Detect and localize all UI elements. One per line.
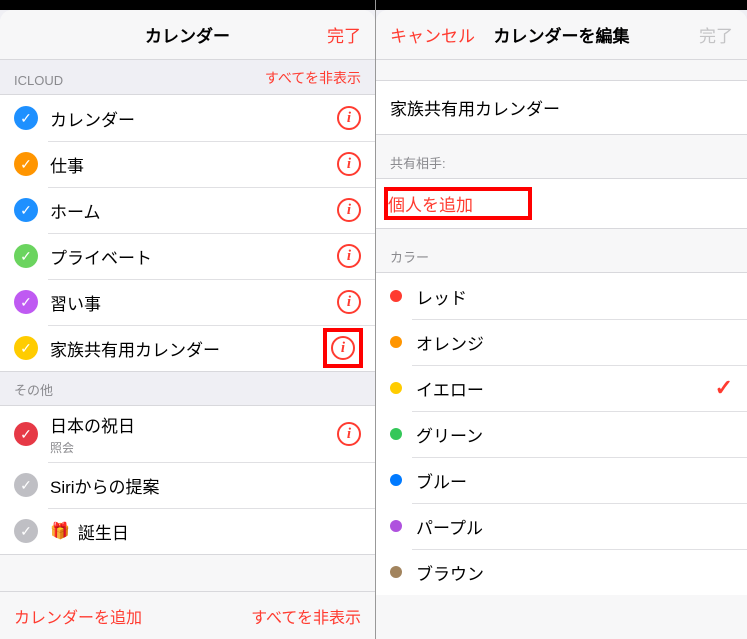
info-highlight: i <box>325 330 361 366</box>
calendar-label: 誕生日 <box>78 519 361 544</box>
check-circle-icon[interactable]: ✓ <box>14 106 38 130</box>
color-label: ブルー <box>416 468 733 493</box>
check-circle-icon[interactable]: ✓ <box>14 473 38 497</box>
color-row[interactable]: パープル <box>376 503 747 549</box>
hide-all-link[interactable]: すべてを非表示 <box>265 68 361 88</box>
calendar-name-field[interactable]: 家族共有用カレンダー <box>376 80 747 135</box>
section-label-icloud: ICLOUD <box>14 73 63 88</box>
calendar-label: 日本の祝日 <box>50 412 337 437</box>
calendar-label: ホーム <box>50 198 337 223</box>
calendar-row[interactable]: ✓ 家族共有用カレンダーi <box>0 325 375 371</box>
color-label: オレンジ <box>416 330 733 355</box>
info-icon[interactable]: i <box>337 198 361 222</box>
color-dot-icon <box>390 520 402 532</box>
calendar-row[interactable]: ✓ プライベートi <box>0 233 375 279</box>
check-circle-icon[interactable]: ✓ <box>14 152 38 176</box>
color-row[interactable]: イエロー✓ <box>376 365 747 411</box>
info-icon[interactable]: i <box>331 336 355 360</box>
check-circle-icon[interactable]: ✓ <box>14 336 38 360</box>
info-icon[interactable]: i <box>337 422 361 446</box>
add-person-highlight: 個人を追加 <box>388 191 528 216</box>
icloud-calendar-list: ✓カレンダーi✓仕事i✓ホームi✓プライベートi✓習い事i✓家族共有用カレンダー… <box>0 94 375 372</box>
add-person-row[interactable]: 個人を追加 <box>376 178 747 229</box>
section-header-icloud: ICLOUD すべてを非表示 <box>0 60 375 94</box>
calendar-label: プライベート <box>50 244 337 269</box>
checkmark-icon: ✓ <box>715 375 733 401</box>
navbar-right: キャンセル カレンダーを編集 完了 <box>376 10 747 60</box>
color-dot-icon <box>390 566 402 578</box>
add-calendar-button[interactable]: カレンダーを追加 <box>14 604 142 628</box>
color-list: レッドオレンジイエロー✓ グリーンブルーパープルブラウン <box>376 272 747 595</box>
calendar-label: 習い事 <box>50 290 337 315</box>
check-circle-icon[interactable]: ✓ <box>14 244 38 268</box>
color-label: ブラウン <box>416 560 733 585</box>
calendar-row[interactable]: ✓ 日本の祝日照会i <box>0 406 375 462</box>
calendar-row[interactable]: ✓ 習い事i <box>0 279 375 325</box>
color-row[interactable]: ブルー <box>376 457 747 503</box>
color-dot-icon <box>390 290 402 302</box>
color-dot-icon <box>390 336 402 348</box>
share-section-label: 共有相手: <box>376 135 747 178</box>
info-icon[interactable]: i <box>337 152 361 176</box>
calendar-row[interactable]: ✓ 仕事i <box>0 141 375 187</box>
hide-all-button[interactable]: すべてを非表示 <box>251 604 361 628</box>
color-section-label: カラー <box>376 229 747 272</box>
calendar-row[interactable]: ✓ 🎁 誕生日 <box>0 508 375 554</box>
check-circle-icon[interactable]: ✓ <box>14 290 38 314</box>
color-label: レッド <box>416 284 733 309</box>
calendar-label: カレンダー <box>50 106 337 131</box>
color-row[interactable]: レッド <box>376 273 747 319</box>
calendar-row[interactable]: ✓ ホームi <box>0 187 375 233</box>
section-header-other: その他 <box>0 372 375 405</box>
calendar-label: 仕事 <box>50 152 337 177</box>
color-dot-icon <box>390 382 402 394</box>
color-row[interactable]: グリーン <box>376 411 747 457</box>
check-circle-icon[interactable]: ✓ <box>14 198 38 222</box>
info-icon[interactable]: i <box>337 290 361 314</box>
cancel-button[interactable]: キャンセル <box>390 22 475 47</box>
color-label: グリーン <box>416 422 733 447</box>
calendar-row[interactable]: ✓ カレンダーi <box>0 95 375 141</box>
edit-calendar-pane: キャンセル カレンダーを編集 完了 家族共有用カレンダー 共有相手: 個人を追加… <box>376 0 747 639</box>
navbar-left: カレンダー 完了 <box>0 10 375 60</box>
color-dot-icon <box>390 474 402 486</box>
info-icon[interactable]: i <box>337 106 361 130</box>
calendar-row[interactable]: ✓ Siriからの提案 <box>0 462 375 508</box>
done-button-right: 完了 <box>699 22 733 47</box>
color-row[interactable]: ブラウン <box>376 549 747 595</box>
calendar-list-pane: カレンダー 完了 ICLOUD すべてを非表示 ✓カレンダーi✓仕事i✓ホームi… <box>0 0 376 639</box>
toolbar: カレンダーを追加 すべてを非表示 <box>0 591 375 639</box>
info-icon[interactable]: i <box>337 244 361 268</box>
birthday-icon: 🎁 <box>50 521 70 541</box>
color-label: パープル <box>416 514 733 539</box>
add-person-label: 個人を追加 <box>388 196 473 215</box>
calendar-label: 家族共有用カレンダー <box>50 336 325 361</box>
check-circle-icon[interactable]: ✓ <box>14 519 38 543</box>
page-title: カレンダー <box>0 22 375 47</box>
calendar-label: Siriからの提案 <box>50 473 361 498</box>
check-circle-icon[interactable]: ✓ <box>14 422 38 446</box>
done-button[interactable]: 完了 <box>327 22 361 47</box>
color-row[interactable]: オレンジ <box>376 319 747 365</box>
color-label: イエロー <box>416 376 715 401</box>
other-calendar-list: ✓ 日本の祝日照会i ✓ Siriからの提案 ✓ 🎁 誕生日 <box>0 405 375 555</box>
color-dot-icon <box>390 428 402 440</box>
section-label-other: その他 <box>14 380 53 399</box>
calendar-sublabel: 照会 <box>50 439 337 456</box>
